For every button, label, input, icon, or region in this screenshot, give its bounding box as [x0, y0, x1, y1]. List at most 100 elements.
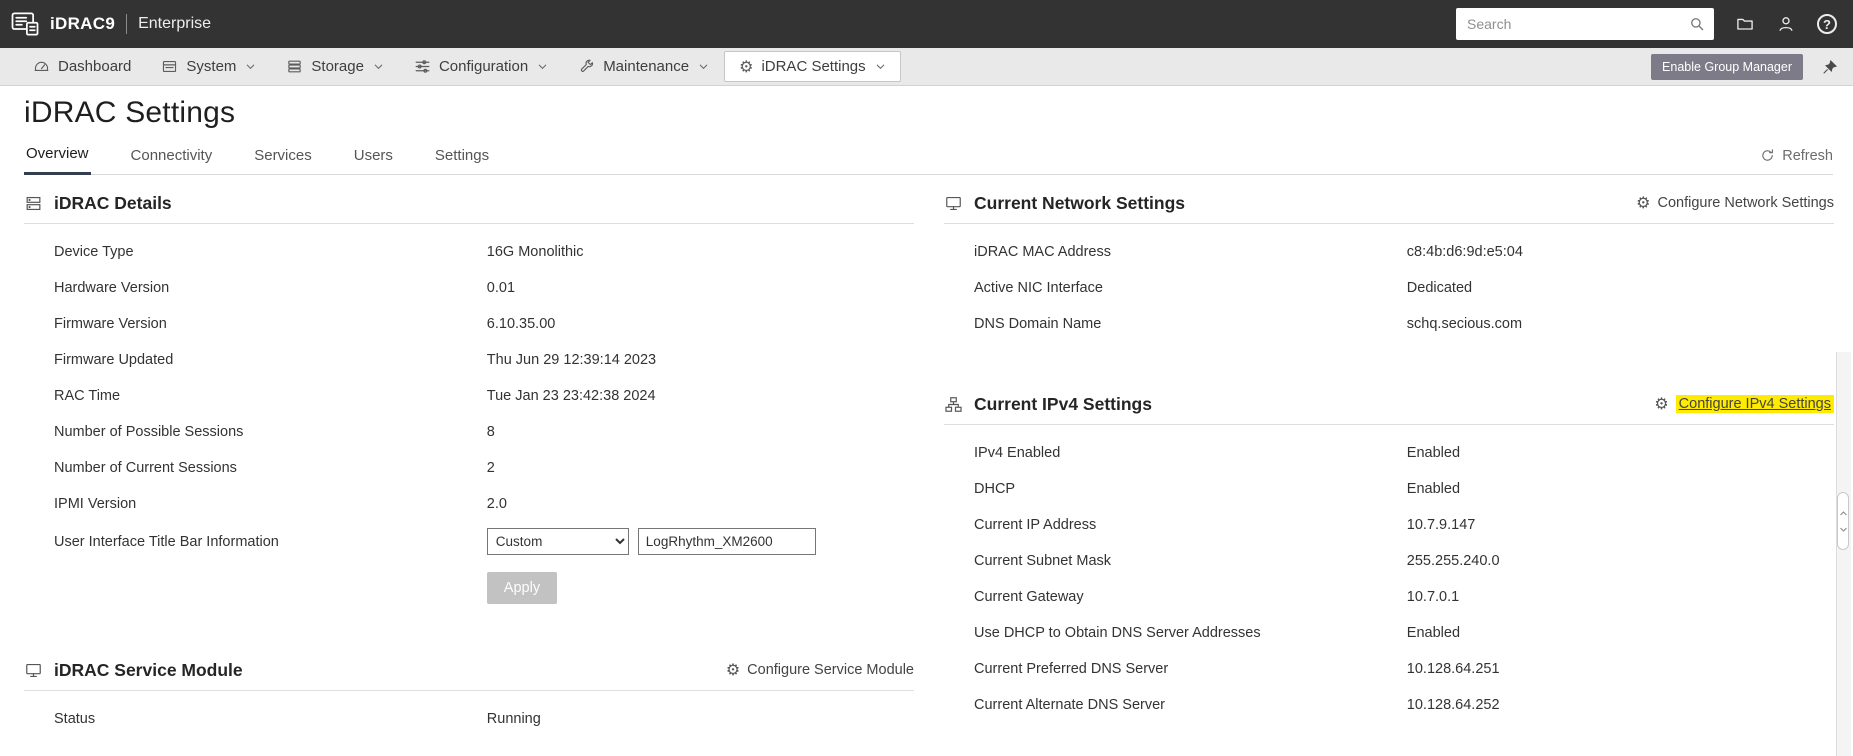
configure-ipv4-settings-link[interactable]: ⚙ Configure IPv4 Settings	[1654, 395, 1834, 413]
row-label: Active NIC Interface	[974, 279, 1103, 296]
table-row: Use DHCP to Obtain DNS Server Addresses …	[944, 615, 1834, 651]
apply-button[interactable]: Apply	[486, 571, 558, 604]
nav-label: Storage	[311, 58, 364, 75]
row-value: Enabled	[1406, 624, 1461, 641]
table-row: iDRAC MAC Address c8:4b:d6:9d:e5:04	[944, 234, 1834, 270]
ipv4-settings-header: Current IPv4 Settings ⚙ Configure IPv4 S…	[944, 394, 1834, 425]
dashboard-gauge-icon	[33, 58, 50, 75]
network-tree-icon	[944, 395, 963, 414]
configure-service-module-link[interactable]: ⚙ Configure Service Module	[726, 662, 914, 679]
network-settings-header: Current Network Settings ⚙ Configure Net…	[944, 193, 1834, 224]
row-label: Firmware Version	[54, 315, 167, 332]
sliders-icon	[414, 58, 431, 75]
table-row: Number of Possible Sessions 8	[24, 414, 914, 450]
wrench-icon	[578, 58, 595, 75]
panel-title: Current IPv4 Settings	[974, 393, 1152, 414]
row-value: c8:4b:d6:9d:e5:04	[1406, 243, 1523, 260]
row-label: Number of Current Sessions	[54, 459, 237, 476]
configure-network-settings-link[interactable]: ⚙ Configure Network Settings	[1636, 195, 1835, 212]
action-label-highlighted: Configure IPv4 Settings	[1675, 395, 1834, 413]
nav-item-system[interactable]: System	[146, 48, 271, 85]
current-ipv4-settings-panel: Current IPv4 Settings ⚙ Configure IPv4 S…	[944, 394, 1834, 735]
row-label: Current Alternate DNS Server	[974, 696, 1165, 713]
row-label: Status	[54, 710, 96, 727]
row-label: Use DHCP to Obtain DNS Server Addresses	[974, 624, 1261, 641]
apply-row: Apply	[24, 571, 914, 608]
row-value: 10.128.64.252	[1406, 696, 1500, 713]
idrac-details-panel: iDRAC Details Device Type 16G Monolithic	[24, 193, 914, 620]
idrac-details-body: Device Type 16G Monolithic Hardware Vers…	[24, 224, 914, 620]
search-input[interactable]	[1456, 8, 1714, 40]
row-value: Thu Jun 29 12:39:14 2023	[486, 351, 657, 368]
scroll-down-icon	[1839, 527, 1847, 532]
row-value: Running	[486, 710, 541, 727]
table-row: Current Preferred DNS Server 10.128.64.2…	[944, 651, 1834, 687]
network-settings-rows: iDRAC MAC Address c8:4b:d6:9d:e5:04 Acti…	[944, 234, 1834, 342]
table-row: IPv4 Enabled Enabled	[944, 435, 1834, 471]
idrac-details-rows: Device Type 16G Monolithic Hardware Vers…	[24, 234, 914, 522]
refresh-button[interactable]: Refresh	[1760, 148, 1833, 174]
refresh-icon	[1760, 148, 1775, 163]
row-label: Current IP Address	[974, 516, 1097, 533]
table-row: Number of Current Sessions 2	[24, 450, 914, 486]
title-bar-info-row: User Interface Title Bar Information Cus…	[24, 522, 914, 562]
nav-label: Configuration	[438, 58, 529, 75]
main-nav-bar: Dashboard System Storage Configuration M…	[0, 48, 1853, 86]
enable-group-manager-button[interactable]: Enable Group Manager	[1651, 53, 1803, 80]
row-label: IPv4 Enabled	[974, 444, 1061, 461]
user-icon[interactable]	[1776, 14, 1796, 34]
panel-title: Current Network Settings	[974, 192, 1185, 213]
help-icon[interactable]: ?	[1817, 14, 1837, 34]
title-bar-mode-select[interactable]: Custom	[486, 528, 629, 555]
search-icon[interactable]	[1688, 15, 1706, 33]
nav-right-cluster: Enable Group Manager	[1651, 48, 1839, 85]
nav-item-maintenance[interactable]: Maintenance	[563, 48, 724, 85]
search-field-wrap	[1456, 8, 1714, 40]
row-value: 10.7.9.147	[1406, 516, 1476, 533]
action-label: Configure Network Settings	[1657, 195, 1835, 211]
row-value: 2.0	[486, 495, 507, 512]
vertical-scrollbar[interactable]	[1836, 352, 1851, 756]
table-row: Firmware Version 6.10.35.00	[24, 306, 914, 342]
table-row: IPMI Version 2.0	[24, 486, 914, 522]
tab-overview[interactable]: Overview	[24, 139, 91, 175]
chevron-down-icon	[875, 61, 886, 72]
row-value: schq.secious.com	[1406, 315, 1523, 332]
row-label: Hardware Version	[54, 279, 170, 296]
nav-item-idrac-settings[interactable]: ⚙ iDRAC Settings	[724, 51, 901, 82]
table-row: Active NIC Interface Dedicated	[944, 270, 1834, 306]
row-label: DNS Domain Name	[974, 315, 1102, 332]
row-label: Current Subnet Mask	[974, 552, 1112, 569]
chevron-down-icon	[698, 61, 709, 72]
scrollbar-thumb[interactable]	[1837, 492, 1849, 550]
storage-disks-icon	[286, 58, 303, 75]
row-value: 2	[486, 459, 495, 476]
service-module-body: Status Running	[24, 691, 914, 749]
nav-item-configuration[interactable]: Configuration	[399, 48, 563, 85]
gear-icon: ⚙	[1654, 394, 1669, 413]
tab-users[interactable]: Users	[352, 141, 395, 174]
service-module-header: iDRAC Service Module ⚙ Configure Service…	[24, 660, 914, 691]
service-module-panel: iDRAC Service Module ⚙ Configure Service…	[24, 660, 914, 749]
nav-item-dashboard[interactable]: Dashboard	[18, 48, 146, 85]
chevron-down-icon	[373, 61, 384, 72]
row-value: 16G Monolithic	[486, 243, 584, 260]
tab-connectivity[interactable]: Connectivity	[129, 141, 215, 174]
ipv4-settings-rows: IPv4 Enabled Enabled DHCP Enabled Curren…	[944, 435, 1834, 723]
network-settings-body: iDRAC MAC Address c8:4b:d6:9d:e5:04 Acti…	[944, 224, 1834, 354]
license-edition: Enterprise	[138, 15, 212, 32]
file-share-icon[interactable]	[1735, 14, 1755, 34]
nav-label: System	[186, 58, 237, 75]
pin-icon[interactable]	[1821, 58, 1839, 76]
current-network-settings-panel: Current Network Settings ⚙ Configure Net…	[944, 193, 1834, 354]
nav-label: iDRAC Settings	[761, 58, 866, 75]
tab-services[interactable]: Services	[252, 141, 314, 174]
tab-settings[interactable]: Settings	[433, 141, 491, 174]
title-bar-text-input[interactable]	[637, 528, 816, 555]
nav-item-storage[interactable]: Storage	[271, 48, 399, 85]
action-label: Configure Service Module	[747, 662, 914, 678]
row-label: Current Preferred DNS Server	[974, 660, 1169, 677]
row-label: Firmware Updated	[54, 351, 174, 368]
row-value: 255.255.240.0	[1406, 552, 1500, 569]
row-label: RAC Time	[54, 387, 121, 404]
